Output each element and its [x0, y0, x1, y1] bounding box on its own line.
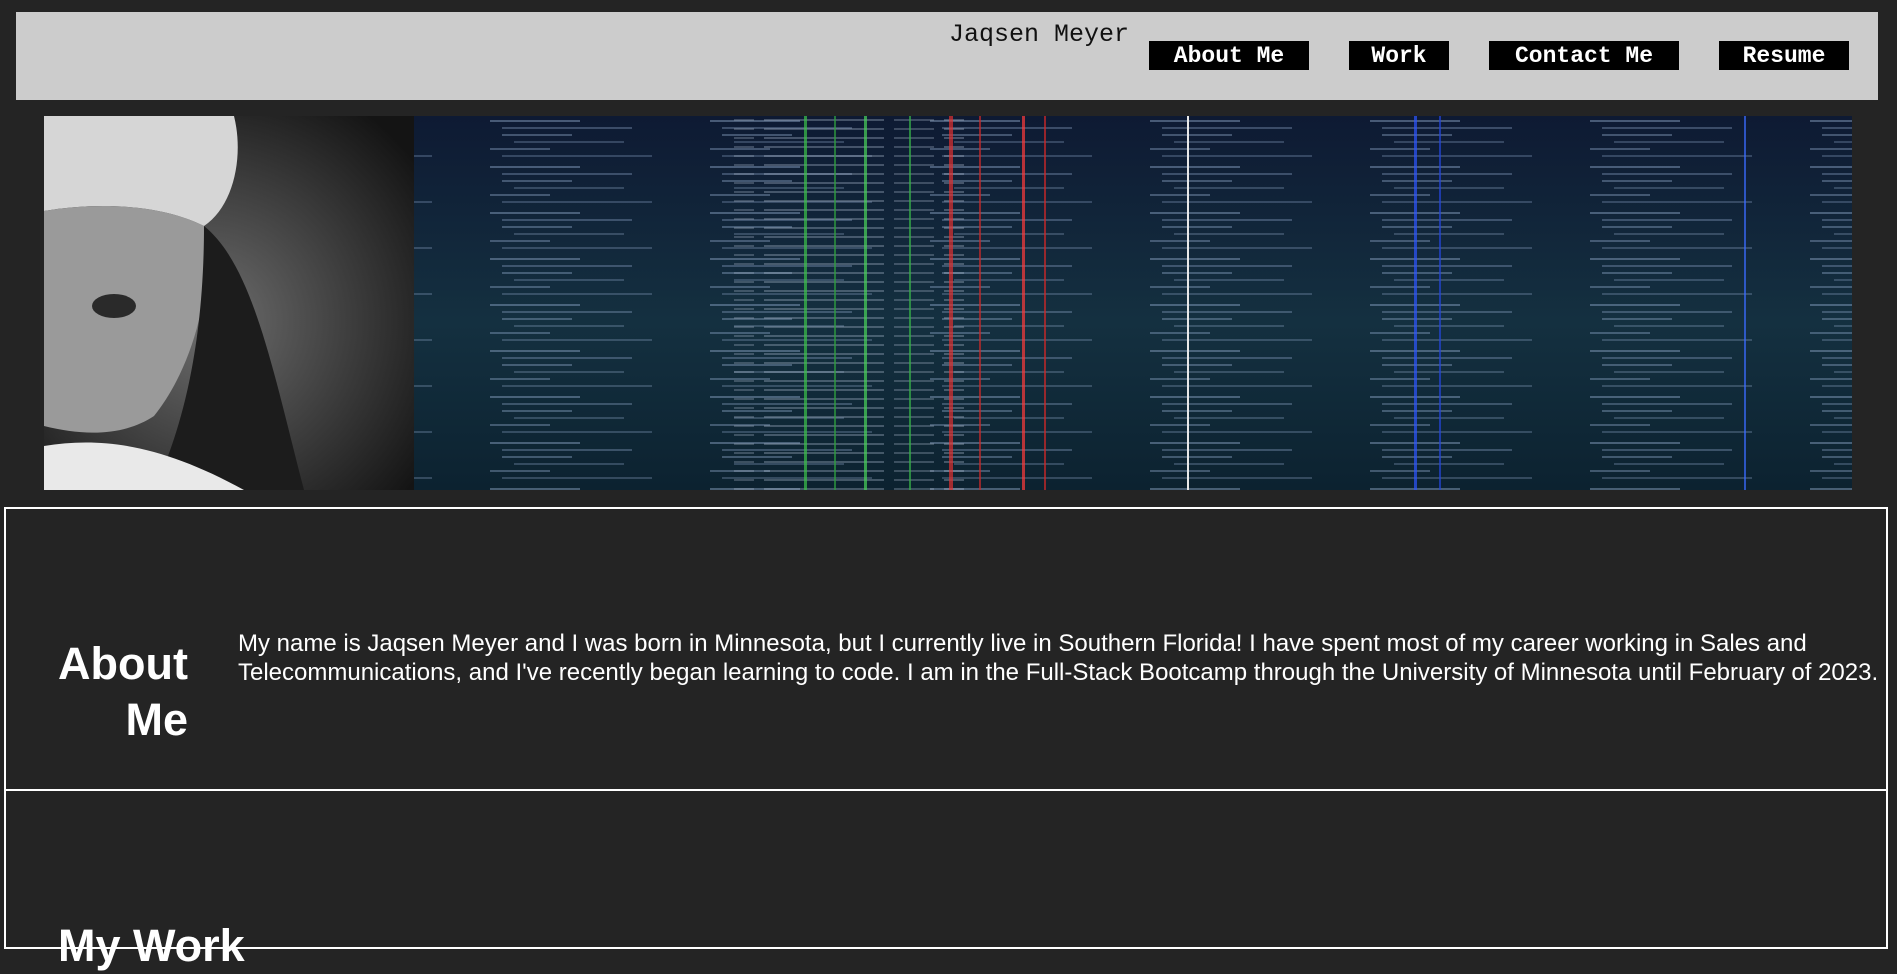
nav-link-work[interactable]: Work	[1349, 41, 1449, 70]
site-header: Jaqsen Meyer About Me Work Contact Me Re…	[16, 12, 1878, 100]
about-heading: About Me	[58, 638, 188, 746]
work-section: My Work	[4, 789, 1888, 971]
nav-link-resume[interactable]: Resume	[1719, 41, 1849, 70]
hero-banner-image	[44, 116, 1852, 490]
about-body-text: My name is Jaqsen Meyer and I was born i…	[238, 630, 1879, 686]
work-heading: My Work	[58, 920, 245, 972]
about-section: About Me My name is Jaqsen Meyer and I w…	[4, 507, 1888, 791]
nav-link-contact-me[interactable]: Contact Me	[1489, 41, 1679, 70]
nav-link-about-me[interactable]: About Me	[1149, 41, 1309, 70]
site-name: Jaqsen Meyer	[949, 20, 1130, 49]
hero-banner	[44, 116, 1852, 490]
